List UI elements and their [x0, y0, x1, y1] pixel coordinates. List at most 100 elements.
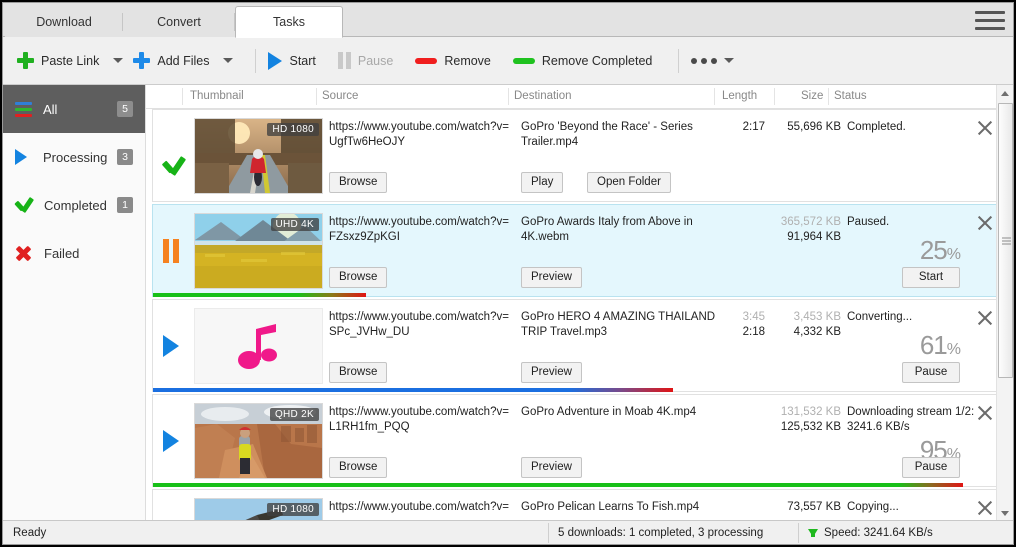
column-header-status[interactable]: Status [834, 90, 867, 102]
row-destination: GoPro Adventure in Moab 4K.mp4 [521, 405, 721, 420]
play-button[interactable]: Play [521, 172, 563, 193]
thumbnail[interactable]: UHD 4K [194, 213, 323, 289]
pause-row-button[interactable]: Pause [902, 457, 960, 478]
hamburger-bar [975, 11, 1005, 14]
close-icon[interactable] [976, 309, 994, 327]
table-row[interactable]: QHD 2K https://www.youtube.com/watch?v=L… [152, 394, 1007, 487]
browse-button[interactable]: Browse [329, 267, 387, 288]
column-header-source[interactable]: Source [322, 90, 358, 102]
preview-button[interactable]: Preview [521, 267, 582, 288]
close-icon[interactable] [976, 404, 994, 422]
remove-completed-button[interactable]: Remove Completed [513, 54, 652, 68]
remove-button[interactable]: Remove [415, 54, 491, 68]
open-folder-button[interactable]: Open Folder [587, 172, 671, 193]
browse-button[interactable]: Browse [329, 172, 387, 193]
plus-green-icon [17, 52, 34, 69]
row-destination: GoPro 'Beyond the Race' - Series Trailer… [521, 120, 721, 150]
column-header-thumbnail[interactable]: Thumbnail [190, 90, 244, 102]
x-icon [15, 245, 32, 261]
preview-button[interactable]: Preview [521, 362, 582, 383]
close-icon[interactable] [976, 119, 994, 137]
row-length-current: 2:18 [743, 326, 765, 338]
tab-download[interactable]: Download [5, 7, 123, 37]
column-header-size[interactable]: Size [801, 90, 823, 102]
status-ready-label: Ready [13, 527, 46, 539]
hamburger-bar [975, 27, 1005, 30]
row-destination: GoPro HERO 4 AMAZING THAILAND TRIP Trave… [521, 310, 721, 340]
sidebar-item-all-badge: 5 [117, 101, 133, 117]
play-icon [268, 52, 282, 70]
progress-bar [153, 388, 1006, 392]
tab-bar: Download Convert Tasks [3, 3, 1013, 37]
close-icon[interactable] [976, 499, 994, 517]
row-size-current: 91,964 KB [787, 231, 841, 243]
tab-convert-label: Convert [157, 15, 201, 29]
row-percent: 25% [920, 235, 960, 266]
row-percent: 61% [920, 330, 960, 361]
remove-label: Remove [444, 54, 491, 68]
remove-completed-label: Remove Completed [542, 54, 652, 68]
progress-bar [153, 483, 1006, 487]
sidebar-item-completed-label: Completed [44, 198, 107, 213]
row-size: 3,453 KB 4,332 KB [765, 310, 841, 340]
row-status-pause-icon [163, 239, 179, 263]
sidebar-item-all[interactable]: All 5 [3, 85, 145, 133]
pause-row-button[interactable]: Pause [902, 362, 960, 383]
play-icon [15, 149, 27, 165]
browse-button[interactable]: Browse [329, 457, 387, 478]
tab-convert[interactable]: Convert [123, 7, 235, 37]
sidebar-item-failed-label: Failed [44, 246, 79, 261]
sidebar-item-failed[interactable]: Failed [3, 229, 145, 277]
paste-link-button[interactable]: Paste Link [17, 52, 99, 69]
more-options-button[interactable] [691, 58, 744, 64]
row-size-total: 365,572 KB [781, 216, 841, 228]
status-bar: Ready 5 downloads: 1 completed, 3 proces… [3, 520, 1013, 544]
remove-completed-icon [513, 58, 535, 64]
row-length-total: 3:45 [743, 311, 765, 323]
vertical-scrollbar[interactable] [996, 85, 1013, 522]
row-status: Completed. [847, 120, 997, 135]
preview-button[interactable]: Preview [521, 457, 582, 478]
table-row[interactable]: https://www.youtube.com/watch?v=SPc_JVHw… [152, 299, 1007, 392]
column-header-length[interactable]: Length [722, 90, 757, 102]
row-size-current: 125,532 KB [781, 421, 841, 433]
tab-tasks[interactable]: Tasks [235, 6, 343, 38]
sidebar: All 5 Processing 3 Completed 1 Failed [3, 85, 146, 522]
start-row-button[interactable]: Start [902, 267, 960, 288]
application-window: Download Convert Tasks Paste Link Add Fi… [2, 2, 1014, 545]
column-header-destination[interactable]: Destination [514, 90, 572, 102]
add-files-button[interactable]: Add Files [133, 52, 209, 69]
close-icon[interactable] [976, 214, 994, 232]
status-counts: 5 downloads: 1 completed, 3 processing [548, 521, 798, 545]
more-options-caret-icon [724, 58, 734, 63]
paste-link-dropdown-icon[interactable] [113, 58, 123, 63]
status-speed: Speed: 3241.64 KB/s [798, 521, 1013, 545]
toolbar-divider [255, 49, 256, 73]
stacked-bars-icon [15, 102, 32, 117]
row-source: https://www.youtube.com/watch?v=FZsxz9Zp… [329, 215, 511, 245]
row-destination: GoPro Awards Italy from Above in 4K.webm [521, 215, 721, 245]
table-row[interactable]: UHD 4K https://www.youtube.com/watch?v=F… [152, 204, 1007, 297]
status-speed-label: Speed: 3241.64 KB/s [824, 527, 933, 539]
table-row[interactable]: HD 1080 https://www.youtube.com/watch?v=… [152, 109, 1007, 202]
row-status: Converting... [847, 310, 997, 325]
thumbnail[interactable]: HD 1080 [194, 498, 323, 522]
hamburger-menu-icon[interactable] [975, 11, 1005, 31]
table-row[interactable]: HD 1080 https://www.youtube.com/watch?v=… [152, 489, 1007, 522]
status-counts-label: 5 downloads: 1 completed, 3 processing [558, 527, 763, 539]
scroll-up-icon[interactable] [997, 85, 1013, 102]
sidebar-item-processing[interactable]: Processing 3 [3, 133, 145, 181]
start-label: Start [289, 54, 315, 68]
browse-button[interactable]: Browse [329, 362, 387, 383]
column-header-row: Thumbnail Source Destination Length Size… [146, 85, 1013, 109]
main-body: All 5 Processing 3 Completed 1 Failed Th [3, 85, 1013, 522]
add-files-dropdown-icon[interactable] [223, 58, 233, 63]
thumbnail[interactable]: QHD 2K [194, 403, 323, 479]
scrollbar-grip-icon [1002, 235, 1011, 246]
thumbnail[interactable] [194, 308, 323, 384]
sidebar-item-completed[interactable]: Completed 1 [3, 181, 145, 229]
scrollbar-thumb[interactable] [998, 103, 1013, 378]
thumbnail[interactable]: HD 1080 [194, 118, 323, 194]
start-button[interactable]: Start [268, 52, 315, 70]
row-status-text: Downloading stream 1/2: [847, 406, 974, 418]
